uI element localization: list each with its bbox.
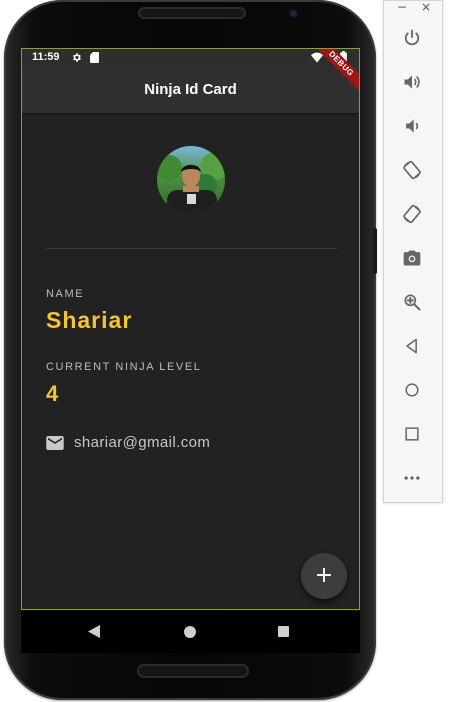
back-icon[interactable]: [88, 625, 100, 638]
email-text: shariar@gmail.com: [74, 434, 211, 451]
app-bar: Ninja Id Card: [22, 67, 359, 113]
screenshot-button[interactable]: [401, 247, 423, 269]
home-icon: [405, 383, 419, 397]
status-bar: 11:59: [22, 49, 359, 67]
recents-icon[interactable]: [278, 626, 289, 637]
status-time: 11:59: [32, 51, 60, 63]
rotate-right-button[interactable]: [401, 203, 423, 225]
volume-up-button[interactable]: [401, 71, 423, 93]
front-camera: [289, 9, 298, 18]
overview-icon: [405, 427, 419, 441]
gear-icon: [73, 53, 81, 62]
volume-down-button[interactable]: [401, 115, 423, 137]
app-bar-title: Ninja Id Card: [144, 81, 237, 98]
android-nav-bar: [21, 611, 360, 653]
rotate-left-icon: [403, 160, 421, 180]
add-icon: +: [314, 563, 334, 588]
overview-button[interactable]: [401, 423, 423, 445]
zoom-button[interactable]: [401, 291, 423, 313]
back-icon: [406, 338, 417, 354]
add-fab-button[interactable]: +: [301, 553, 347, 599]
power-button[interactable]: [401, 27, 423, 49]
volume-up-icon: [404, 75, 420, 89]
avatar: [157, 146, 225, 214]
ninja-level-value: 4: [46, 381, 60, 406]
name-label: NAME: [46, 288, 85, 300]
minimize-button[interactable]: −: [397, 0, 407, 14]
camera-icon: [403, 250, 421, 266]
power-icon: [404, 29, 420, 46]
earpiece-speaker: [138, 7, 246, 19]
more-button[interactable]: [401, 467, 423, 489]
ninja-level-label: CURRENT NINJA LEVEL: [46, 361, 202, 373]
emulator-toolbar: − ×: [383, 0, 443, 503]
rotate-left-button[interactable]: [401, 159, 423, 181]
mail-icon: [46, 436, 64, 450]
back-button[interactable]: [401, 335, 423, 357]
more-icon: [404, 476, 420, 480]
zoom-icon: [404, 294, 421, 311]
name-value: Shariar: [46, 307, 133, 333]
emulator-window: 11:59 Ninja Id Card DEBUG NAME Shariar C…: [0, 0, 459, 702]
power-side-button: [373, 228, 377, 274]
rotate-right-icon: [403, 204, 421, 224]
sd-card-icon: [90, 52, 99, 63]
home-button[interactable]: [401, 379, 423, 401]
divider: [46, 248, 337, 249]
close-button[interactable]: ×: [421, 0, 431, 14]
volume-down-icon: [406, 119, 419, 133]
app-screen: 11:59 Ninja Id Card DEBUG NAME Shariar C…: [21, 48, 360, 610]
home-icon[interactable]: [184, 626, 196, 638]
bottom-speaker: [137, 664, 249, 678]
